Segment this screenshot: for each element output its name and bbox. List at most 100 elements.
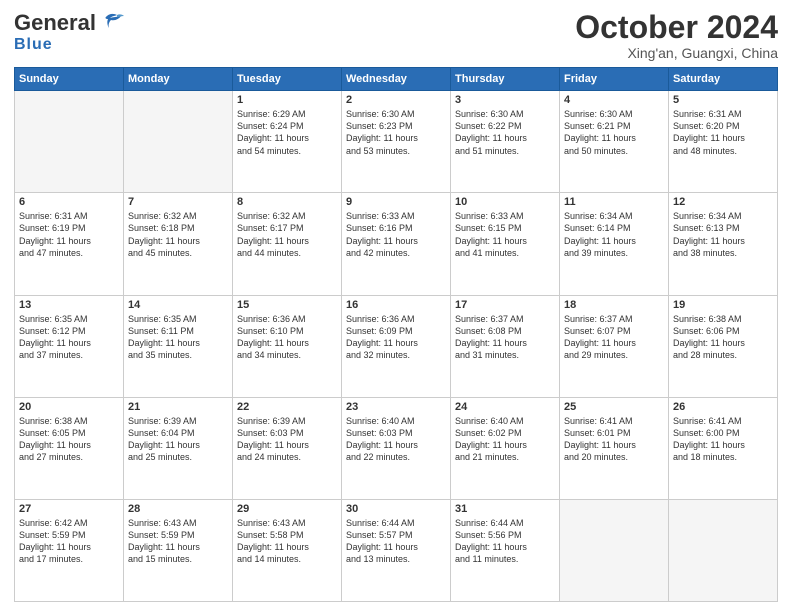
day-number: 20 — [19, 401, 119, 413]
day-number: 7 — [128, 196, 228, 208]
calendar-cell: 13Sunrise: 6:35 AMSunset: 6:12 PMDayligh… — [15, 295, 124, 397]
calendar-cell-line: Sunset: 6:00 PM — [673, 427, 773, 439]
calendar-cell-line: and 35 minutes. — [128, 349, 228, 361]
day-number: 16 — [346, 299, 446, 311]
calendar-cell-line: Sunset: 6:08 PM — [455, 325, 555, 337]
calendar-cell: 10Sunrise: 6:33 AMSunset: 6:15 PMDayligh… — [451, 193, 560, 295]
calendar-cell-line: Sunrise: 6:37 AM — [455, 313, 555, 325]
logo-bird-icon — [99, 12, 125, 34]
calendar-cell-line: Sunset: 5:57 PM — [346, 529, 446, 541]
calendar-cell-line: Sunset: 6:20 PM — [673, 120, 773, 132]
calendar-cell-line: Sunrise: 6:43 AM — [237, 517, 337, 529]
calendar-cell-line: Daylight: 11 hours — [237, 439, 337, 451]
calendar-cell-line: and 45 minutes. — [128, 247, 228, 259]
weekday-header: Friday — [560, 68, 669, 91]
day-number: 25 — [564, 401, 664, 413]
calendar-cell-line: Daylight: 11 hours — [128, 541, 228, 553]
calendar-cell: 22Sunrise: 6:39 AMSunset: 6:03 PMDayligh… — [233, 397, 342, 499]
month-title: October 2024 — [575, 10, 778, 45]
calendar-cell-line: Daylight: 11 hours — [455, 541, 555, 553]
day-number: 14 — [128, 299, 228, 311]
calendar-cell-line: Daylight: 11 hours — [346, 541, 446, 553]
calendar-cell — [124, 91, 233, 193]
weekday-header: Sunday — [15, 68, 124, 91]
calendar-cell-line: Sunset: 6:19 PM — [19, 222, 119, 234]
calendar-cell-line: Daylight: 11 hours — [455, 235, 555, 247]
calendar-cell-line: and 48 minutes. — [673, 145, 773, 157]
calendar-cell: 27Sunrise: 6:42 AMSunset: 5:59 PMDayligh… — [15, 499, 124, 601]
calendar-cell-line: Daylight: 11 hours — [346, 132, 446, 144]
calendar-cell: 4Sunrise: 6:30 AMSunset: 6:21 PMDaylight… — [560, 91, 669, 193]
calendar-cell-line: and 39 minutes. — [564, 247, 664, 259]
calendar-cell-line: Sunrise: 6:33 AM — [455, 210, 555, 222]
calendar-cell-line: and 21 minutes. — [455, 451, 555, 463]
calendar-cell: 30Sunrise: 6:44 AMSunset: 5:57 PMDayligh… — [342, 499, 451, 601]
calendar-cell: 1Sunrise: 6:29 AMSunset: 6:24 PMDaylight… — [233, 91, 342, 193]
calendar-cell-line: Sunrise: 6:31 AM — [673, 108, 773, 120]
calendar-cell: 21Sunrise: 6:39 AMSunset: 6:04 PMDayligh… — [124, 397, 233, 499]
calendar-cell-line: Sunrise: 6:42 AM — [19, 517, 119, 529]
day-number: 30 — [346, 503, 446, 515]
calendar-cell-line: Daylight: 11 hours — [237, 337, 337, 349]
calendar-cell-line: Daylight: 11 hours — [673, 439, 773, 451]
calendar-cell-line: Sunrise: 6:40 AM — [455, 415, 555, 427]
calendar-cell-line: Sunrise: 6:30 AM — [346, 108, 446, 120]
day-number: 9 — [346, 196, 446, 208]
calendar-cell: 20Sunrise: 6:38 AMSunset: 6:05 PMDayligh… — [15, 397, 124, 499]
calendar-cell-line: Sunset: 6:23 PM — [346, 120, 446, 132]
logo-blue: Blue — [14, 36, 53, 54]
calendar-cell-line: Daylight: 11 hours — [237, 235, 337, 247]
calendar-cell-line: Sunset: 6:24 PM — [237, 120, 337, 132]
calendar-cell: 31Sunrise: 6:44 AMSunset: 5:56 PMDayligh… — [451, 499, 560, 601]
calendar-cell-line: Daylight: 11 hours — [128, 337, 228, 349]
day-number: 19 — [673, 299, 773, 311]
day-number: 27 — [19, 503, 119, 515]
calendar-cell-line: Sunrise: 6:35 AM — [128, 313, 228, 325]
calendar-cell-line: Sunset: 6:10 PM — [237, 325, 337, 337]
calendar-cell-line: and 31 minutes. — [455, 349, 555, 361]
day-number: 2 — [346, 94, 446, 106]
calendar-cell: 16Sunrise: 6:36 AMSunset: 6:09 PMDayligh… — [342, 295, 451, 397]
calendar-cell-line: and 44 minutes. — [237, 247, 337, 259]
calendar-cell-line: Sunset: 6:07 PM — [564, 325, 664, 337]
calendar-cell-line: Sunrise: 6:39 AM — [237, 415, 337, 427]
calendar-cell-line: Daylight: 11 hours — [128, 439, 228, 451]
calendar-cell: 19Sunrise: 6:38 AMSunset: 6:06 PMDayligh… — [669, 295, 778, 397]
title-area: October 2024 Xing'an, Guangxi, China — [575, 10, 778, 61]
calendar-cell-line: Daylight: 11 hours — [237, 541, 337, 553]
calendar-cell-line: Daylight: 11 hours — [346, 439, 446, 451]
calendar-cell-line: Daylight: 11 hours — [564, 337, 664, 349]
calendar-cell-line: Sunset: 6:09 PM — [346, 325, 446, 337]
location: Xing'an, Guangxi, China — [575, 45, 778, 61]
calendar-cell-line: Sunrise: 6:33 AM — [346, 210, 446, 222]
calendar-cell-line: Daylight: 11 hours — [455, 337, 555, 349]
day-number: 4 — [564, 94, 664, 106]
day-number: 18 — [564, 299, 664, 311]
header: General Blue October 2024 Xing'an, Guang… — [14, 10, 778, 61]
calendar-cell-line: Sunrise: 6:36 AM — [346, 313, 446, 325]
calendar-cell: 3Sunrise: 6:30 AMSunset: 6:22 PMDaylight… — [451, 91, 560, 193]
calendar-cell-line: Sunset: 6:12 PM — [19, 325, 119, 337]
calendar-cell-line: Daylight: 11 hours — [564, 132, 664, 144]
calendar-cell — [560, 499, 669, 601]
calendar-cell: 14Sunrise: 6:35 AMSunset: 6:11 PMDayligh… — [124, 295, 233, 397]
calendar-cell-line: and 29 minutes. — [564, 349, 664, 361]
calendar-cell-line: and 53 minutes. — [346, 145, 446, 157]
calendar-cell-line: Sunset: 6:13 PM — [673, 222, 773, 234]
day-number: 10 — [455, 196, 555, 208]
calendar-cell-line: and 17 minutes. — [19, 553, 119, 565]
calendar-cell-line: and 28 minutes. — [673, 349, 773, 361]
calendar-cell-line: Sunrise: 6:30 AM — [455, 108, 555, 120]
calendar-cell: 15Sunrise: 6:36 AMSunset: 6:10 PMDayligh… — [233, 295, 342, 397]
day-number: 15 — [237, 299, 337, 311]
calendar-cell: 7Sunrise: 6:32 AMSunset: 6:18 PMDaylight… — [124, 193, 233, 295]
calendar-cell: 5Sunrise: 6:31 AMSunset: 6:20 PMDaylight… — [669, 91, 778, 193]
calendar-cell-line: Sunrise: 6:34 AM — [673, 210, 773, 222]
calendar-cell-line: Daylight: 11 hours — [19, 337, 119, 349]
calendar-cell: 23Sunrise: 6:40 AMSunset: 6:03 PMDayligh… — [342, 397, 451, 499]
calendar-cell-line: Daylight: 11 hours — [128, 235, 228, 247]
day-number: 5 — [673, 94, 773, 106]
calendar-cell-line: Sunrise: 6:35 AM — [19, 313, 119, 325]
day-number: 6 — [19, 196, 119, 208]
calendar-cell-line: Sunset: 6:03 PM — [237, 427, 337, 439]
